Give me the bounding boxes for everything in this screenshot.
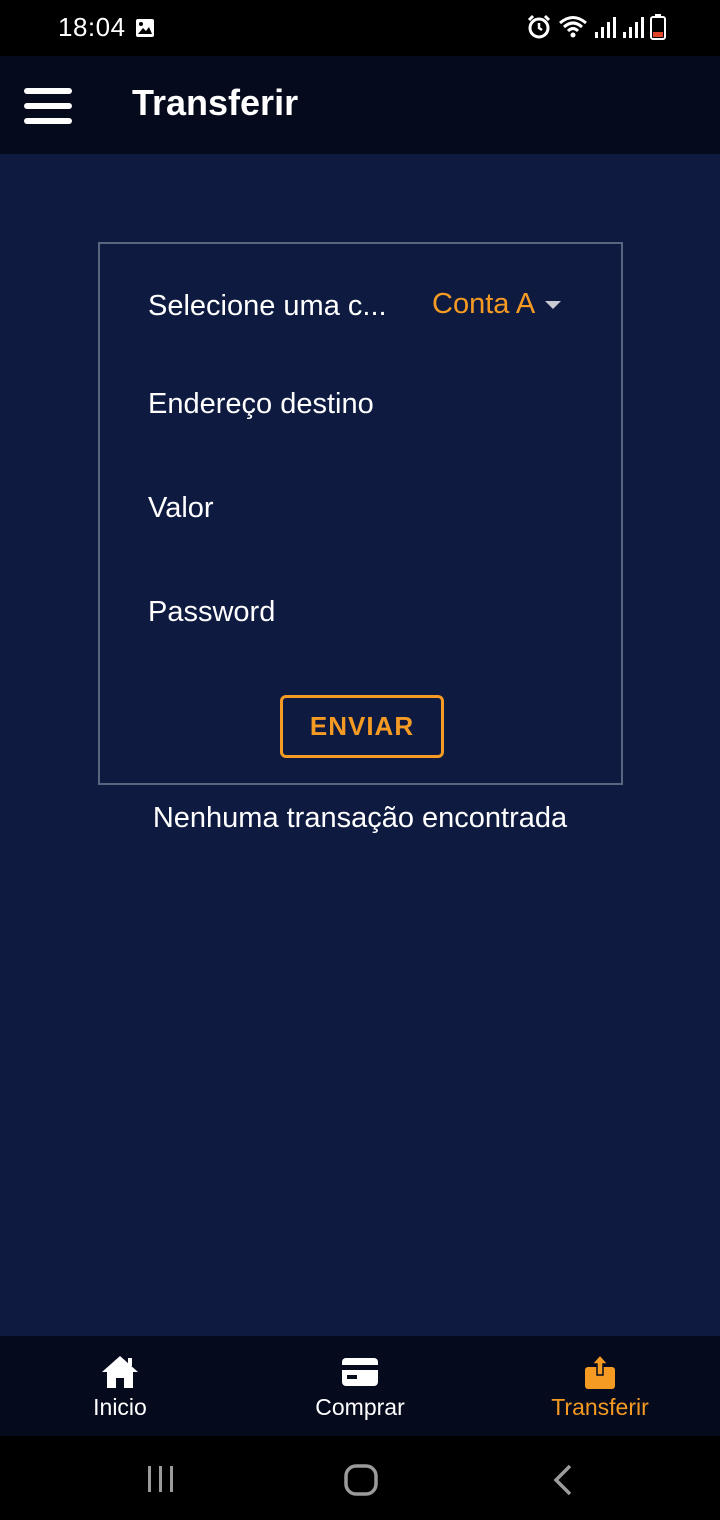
app-bar: Transferir: [0, 56, 720, 154]
amount-field[interactable]: Valor: [148, 492, 214, 525]
image-icon: [135, 18, 155, 43]
system-navigation-bar: [0, 1436, 720, 1520]
alarm-icon: [526, 14, 552, 45]
caret-down-icon: [545, 300, 562, 309]
status-icons: [526, 14, 666, 45]
nav-item-inicio[interactable]: Inicio: [0, 1336, 240, 1436]
main-content: Selecione uma c... Conta A Endereço dest…: [0, 154, 720, 1336]
account-dropdown-value: Conta A: [432, 288, 536, 320]
address-field[interactable]: Endereço destino: [148, 388, 374, 421]
status-time: 18:04: [58, 12, 126, 42]
page-title: Transferir: [132, 82, 299, 123]
password-field[interactable]: Password: [148, 596, 275, 629]
account-dropdown[interactable]: Conta A: [432, 288, 562, 321]
nav-label-comprar: Comprar: [315, 1394, 405, 1420]
empty-transactions-message: Nenhuma transação encontrada: [152, 802, 568, 834]
transfer-form: Selecione uma c... Conta A Endereço dest…: [98, 242, 623, 785]
send-button[interactable]: ENVIAR: [280, 695, 444, 758]
share-upload-icon: [583, 1352, 617, 1392]
recent-apps-icon[interactable]: [146, 1464, 176, 1499]
signal-icon: [594, 15, 616, 44]
home-button-icon[interactable]: [344, 1464, 378, 1501]
bottom-navigation: Inicio Comprar Transferir: [0, 1336, 720, 1436]
hamburger-menu-icon[interactable]: [24, 88, 72, 124]
nav-label-transferir: Transferir: [551, 1394, 649, 1420]
nav-label-inicio: Inicio: [93, 1394, 147, 1420]
back-icon[interactable]: [552, 1464, 574, 1501]
nav-item-comprar[interactable]: Comprar: [240, 1336, 480, 1436]
status-bar: 18:04: [0, 0, 720, 56]
battery-low-icon: [650, 14, 666, 45]
nav-item-transferir[interactable]: Transferir: [480, 1336, 720, 1436]
home-icon: [100, 1352, 140, 1392]
credit-card-icon: [341, 1352, 379, 1392]
wifi-icon: [558, 14, 588, 45]
signal-icon: [622, 15, 644, 44]
account-select-label: Selecione uma c...: [148, 290, 387, 322]
